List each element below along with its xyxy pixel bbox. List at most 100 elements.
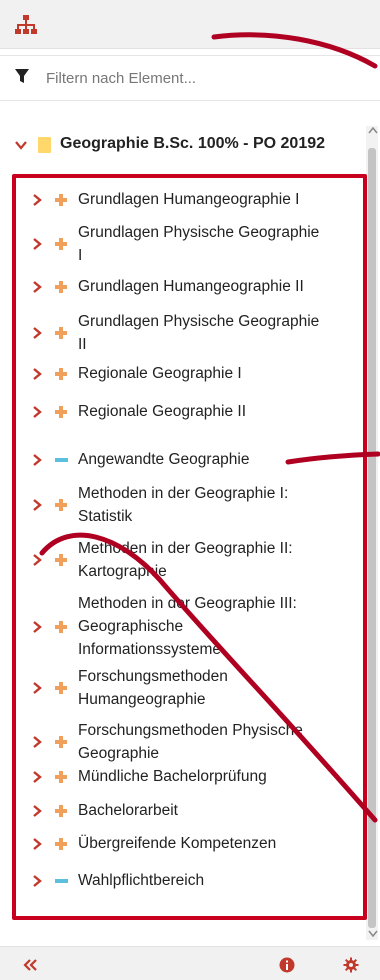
tree-item-label: Wahlpflichtbereich [78,869,368,892]
tree-item[interactable]: Wahlpflichtbereich [0,869,365,892]
plus-icon [55,367,67,380]
chevron-right-icon[interactable] [31,804,43,818]
tree-item[interactable]: Forschungsmethoden Humangeographie [0,665,365,711]
tree-item[interactable]: Regionale Geographie I [0,362,365,385]
tree-item-label-line: Forschungsmethoden Physische [78,722,303,739]
tree-item[interactable]: Methoden in der Geographie I: Statistik [0,482,365,528]
filter-input[interactable] [44,64,368,92]
tree-item-label: Mündliche Bachelorprüfung [78,765,368,788]
tree-item[interactable]: Angewandte Geographie [0,448,365,471]
tree-item-label: Grundlagen Humangeographie I [78,188,368,211]
chevron-right-icon[interactable] [31,367,43,381]
plus-icon [55,554,67,566]
plus-icon [55,770,67,783]
chevron-right-icon[interactable] [31,735,43,749]
tree-root-label: Geographie B.Sc. 100% - PO 20192 [60,135,326,152]
tree-item-label: Übergreifende Kompetenzen [78,832,368,855]
chevron-right-icon[interactable] [31,498,43,512]
tree-item-label-line: Mündliche Bachelorprüfung [78,768,267,785]
chevron-right-icon[interactable] [31,280,43,294]
tree-item-label-line: Methoden in der Geographie II: [78,540,293,557]
plus-icon [55,193,67,206]
tree-item[interactable]: Grundlagen Physische Geographie II [0,310,365,356]
plus-icon [55,682,67,694]
tree-item-label-line: Geographie [78,745,160,762]
chevron-right-icon[interactable] [31,193,43,207]
gear-icon[interactable] [343,957,359,973]
double-chevron-left-icon[interactable] [22,957,38,973]
minus-icon [55,457,68,462]
tree-item-label-line: Regionale Geographie I [78,365,242,382]
tree-item-label-line: I [78,247,83,264]
tree-item-label: Methoden in der Geographie III: Geographi… [78,592,368,661]
plus-icon [55,280,67,293]
tree-item-label-line: Forschungsmethoden [78,668,228,685]
tree-item-label: Grundlagen Physische Geographie I [78,221,368,267]
tree-item-label-line: Grundlagen Humangeographie II [78,278,304,295]
plus-icon [55,804,67,817]
tree-item[interactable]: Grundlagen Humangeographie I [0,188,365,211]
minus-icon [55,878,68,883]
plus-icon [55,499,67,511]
tree-item[interactable]: Forschungsmethoden Physische Geographie [0,719,365,765]
plus-icon [55,238,67,250]
tree-item[interactable]: Grundlagen Humangeographie II [0,275,365,298]
tree-item-label: Grundlagen Humangeographie II [78,275,368,298]
tree-item-label-line: Übergreifende Kompetenzen [78,835,277,852]
tree-item-label-line: Regionale Geographie II [78,403,247,420]
tree-item-label: Bachelorarbeit [78,799,368,822]
tree-item[interactable]: Grundlagen Physische Geographie I [0,221,365,267]
chevron-right-icon[interactable] [31,770,43,784]
tree-scrollbar-thumb[interactable] [368,148,376,928]
plus-icon [55,736,67,748]
scroll-up-arrow-icon[interactable] [368,126,378,134]
tree-item-label: Methoden in der Geographie II: Kartograph… [78,537,368,583]
plus-icon [55,405,67,418]
tree-item-label: Regionale Geographie I [78,362,368,385]
plus-icon [55,837,67,850]
tree-item[interactable]: Methoden in der Geographie III: Geographi… [0,592,365,661]
chevron-right-icon[interactable] [31,874,43,888]
chevron-right-icon[interactable] [31,453,43,467]
tree-item-label-line: Methoden in der Geographie I: [78,485,289,502]
filter-icon [15,69,29,83]
tree-item[interactable]: Bachelorarbeit [0,799,365,822]
tree-item-label-line: Kartographie [78,563,167,580]
scroll-down-arrow-icon[interactable] [368,930,378,938]
tree-item-label-line: II [78,336,87,353]
filter-bar [0,55,380,101]
tree-item-label-line: Humangeographie [78,691,206,708]
tree-item[interactable]: Übergreifende Kompetenzen [0,832,365,855]
panel-header [0,0,380,49]
chevron-down-icon[interactable] [14,139,28,151]
tree-item[interactable]: Mündliche Bachelorprüfung [0,765,365,788]
tree-root-node[interactable]: Geographie B.Sc. 100% - PO 20192 [0,132,365,158]
tree-item-label-line: Wahlpflichtbereich [78,872,205,889]
tree-item-label: Forschungsmethoden Humangeographie [78,665,368,711]
chevron-right-icon[interactable] [31,405,43,419]
chevron-right-icon[interactable] [31,681,43,695]
tree-item-label-line: Statistik [78,508,133,525]
chevron-right-icon[interactable] [31,620,43,634]
tree-item-label-line: Angewandte Geographie [78,451,250,468]
chevron-right-icon[interactable] [31,837,43,851]
tree-item-label-line: Methoden in der Geographie III: [78,595,297,612]
tree-item-label-line: Grundlagen Physische Geographie [78,224,320,241]
tree-item[interactable]: Regionale Geographie II [0,400,365,423]
sitemap-icon[interactable] [14,13,38,37]
tree-item-label-line: Geographische [78,618,184,635]
folder-icon [38,137,51,153]
info-icon[interactable] [279,957,295,973]
tree-item-label-line: Grundlagen Physische Geographie [78,313,320,330]
tree-item-label-line: Bachelorarbeit [78,802,178,819]
tree-item-label: Methoden in der Geographie I: Statistik [78,482,368,528]
tree-item[interactable]: Methoden in der Geographie II: Kartograph… [0,537,365,583]
chevron-right-icon[interactable] [31,553,43,567]
chevron-right-icon[interactable] [31,237,43,251]
plus-icon [55,620,67,633]
tree-item-label-line: Informationssysteme [78,641,221,658]
chevron-right-icon[interactable] [31,326,43,340]
tree-item-label-line: Grundlagen Humangeographie I [78,191,300,208]
plus-icon [55,327,67,339]
tree-item-label: Regionale Geographie II [78,400,368,423]
